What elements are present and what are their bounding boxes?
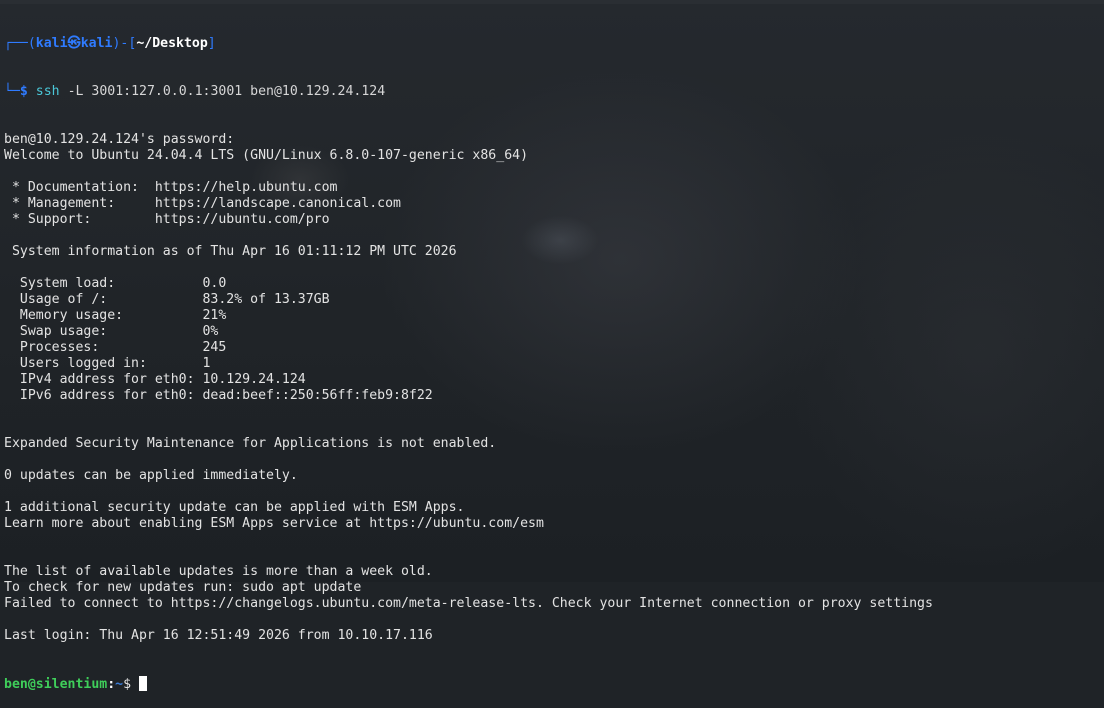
prompt-corner-top: ┌──( (4, 36, 36, 51)
output-line: 1 additional security update can be appl… (4, 500, 465, 515)
prompt-at-symbol: ㉿ (67, 36, 81, 51)
remote-dollar: $ (123, 677, 140, 692)
remote-user-host: ben@silentium (4, 677, 108, 692)
kali-prompt-line-1: ┌──(kali㉿kali)-[~/Desktop] (4, 36, 1104, 52)
remote-prompt-line[interactable]: ben@silentium:~$ (4, 676, 1104, 692)
output-line: Users logged in: 1 (4, 356, 211, 371)
output-line: 0 updates can be applied immediately. (4, 468, 298, 483)
prompt-host: kali (80, 36, 113, 51)
output-line: To check for new updates run: sudo apt u… (4, 580, 362, 595)
prompt-bracket-open: )-[ (112, 36, 137, 51)
output-line: * Management: https://landscape.canonica… (4, 196, 401, 211)
output-line: Expanded Security Maintenance for Applic… (4, 436, 497, 451)
output-line: Learn more about enabling ESM Apps servi… (4, 516, 544, 531)
prompt-bracket-close: ] (207, 36, 216, 51)
command-name: ssh (35, 84, 60, 99)
output-lines: ben@10.129.24.124's password: Welcome to… (4, 132, 1104, 644)
command-args: -L 3001:127.0.0.1:3001 ben@10.129.24.124 (59, 84, 386, 99)
output-line: * Support: https://ubuntu.com/pro (4, 212, 330, 227)
output-line: IPv4 address for eth0: 10.129.24.124 (4, 372, 306, 387)
output-line: System information as of Thu Apr 16 01:1… (4, 244, 457, 259)
terminal-output[interactable]: ┌──(kali㉿kali)-[~/Desktop] └─$ ssh -L 30… (0, 4, 1104, 708)
remote-path: ~ (115, 677, 124, 692)
prompt-path: ~/Desktop (136, 36, 208, 51)
output-line: Failed to connect to https://changelogs.… (4, 596, 933, 611)
output-line: * Documentation: https://help.ubuntu.com (4, 180, 338, 195)
output-line: Last login: Thu Apr 16 12:51:49 2026 fro… (4, 628, 433, 643)
output-line: System load: 0.0 (4, 276, 227, 291)
output-line: ben@10.129.24.124's password: (4, 132, 243, 147)
prompt-corner-bottom: └─ (4, 84, 20, 99)
prompt-user: kali (35, 36, 68, 51)
output-line: Swap usage: 0% (4, 324, 219, 339)
output-line: IPv6 address for eth0: dead:beef::250:56… (4, 388, 433, 403)
output-line: The list of available updates is more th… (4, 564, 433, 579)
prompt-dollar: $ (19, 84, 28, 99)
kali-prompt-line-2: └─$ ssh -L 3001:127.0.0.1:3001 ben@10.12… (4, 84, 1104, 100)
output-line: Processes: 245 (4, 340, 227, 355)
remote-colon: : (107, 677, 116, 692)
output-line: Welcome to Ubuntu 24.04.4 LTS (GNU/Linux… (4, 148, 529, 163)
output-line: Memory usage: 21% (4, 308, 227, 323)
text-cursor (139, 676, 148, 691)
output-line: Usage of /: 83.2% of 13.37GB (4, 292, 330, 307)
